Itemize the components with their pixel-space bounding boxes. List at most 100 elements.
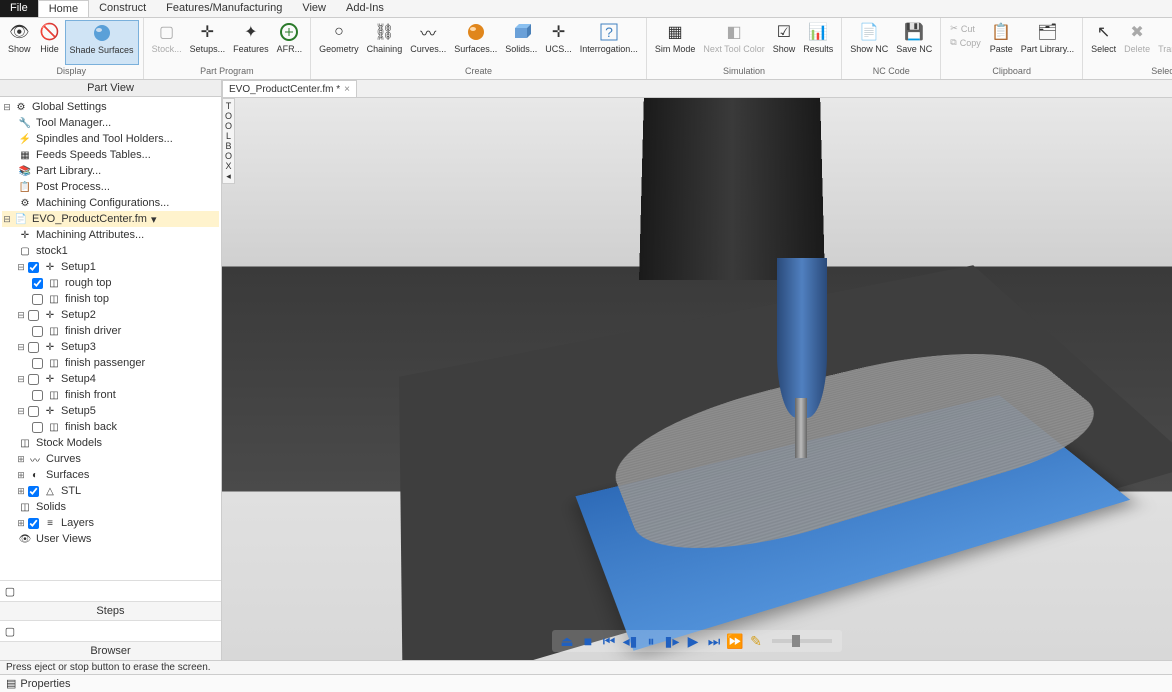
stock-button[interactable]: ▢ Stock...	[148, 20, 186, 65]
setup3-checkbox[interactable]	[28, 342, 39, 353]
tree-machining-attributes[interactable]: ✛ Machining Attributes...	[2, 227, 219, 243]
tree-finish-driver[interactable]: ◫ finish driver	[2, 323, 219, 339]
setup4-checkbox[interactable]	[28, 374, 39, 385]
dropdown-icon[interactable]: ▾	[147, 213, 161, 226]
cut-button[interactable]: ✂ Cut	[947, 22, 983, 35]
viewport-3d[interactable]: TOOLBOX ◂ ⏏ ■ ⏮ ◂▮ ⏸ ▮▸ ▶ ⏭ ⏩	[222, 98, 1172, 660]
collapse-icon[interactable]: ⊟	[2, 214, 12, 225]
tree-stock1[interactable]: ▢ stock1	[2, 243, 219, 259]
collapse-icon[interactable]: ⊟	[2, 102, 12, 113]
step-back-button[interactable]: ◂▮	[621, 632, 639, 650]
tree-setup1[interactable]: ⊟ ✛ Setup1	[2, 259, 219, 275]
tree-surfaces[interactable]: ⊞ ◐ Surfaces	[2, 467, 219, 483]
save-nc-button[interactable]: 💾 Save NC	[892, 20, 936, 65]
menu-addins[interactable]: Add-Ins	[336, 0, 394, 17]
shade-surfaces-button[interactable]: Shade Surfaces	[65, 20, 139, 65]
tree-spindles[interactable]: ⚡ Spindles and Tool Holders...	[2, 131, 219, 147]
tree-layers[interactable]: ⊞ ≡ Layers	[2, 515, 219, 531]
tree-finish-back[interactable]: ◫ finish back	[2, 419, 219, 435]
collapse-icon[interactable]: ⊟	[16, 262, 26, 273]
next-tool-button[interactable]: ◧ Next Tool Color	[699, 20, 768, 65]
skip-forward-button[interactable]: ⏭	[705, 632, 723, 650]
menu-home[interactable]: Home	[38, 0, 89, 17]
tree-setup3[interactable]: ⊟ ✛ Setup3	[2, 339, 219, 355]
fast-forward-button[interactable]: ⏩	[726, 632, 744, 650]
sim-mode-button[interactable]: ▦ Sim Mode	[651, 20, 700, 65]
pause-button[interactable]: ⏸	[642, 632, 660, 650]
tree-tool-icon-2[interactable]: ▢	[2, 623, 18, 639]
tree-user-views[interactable]: 👁 User Views	[2, 531, 219, 547]
collapse-icon[interactable]: ⊟	[16, 310, 26, 321]
stl-checkbox[interactable]	[28, 486, 39, 497]
copy-button[interactable]: ⧉ Copy	[947, 36, 983, 49]
tree-solids[interactable]: ◫ Solids	[2, 499, 219, 515]
show-button[interactable]: 👁 Show	[4, 20, 35, 65]
sim-show-button[interactable]: ☑ Show	[769, 20, 800, 65]
collapse-icon[interactable]: ⊟	[16, 406, 26, 417]
tree-machining-config[interactable]: ⚙ Machining Configurations...	[2, 195, 219, 211]
curves-button[interactable]: 〰 Curves...	[406, 20, 450, 65]
expand-icon[interactable]: ⊞	[16, 470, 26, 481]
menu-file[interactable]: File	[0, 0, 38, 17]
tree-tool-icon-1[interactable]: ▢	[2, 583, 18, 599]
menu-view[interactable]: View	[292, 0, 336, 17]
finish-top-checkbox[interactable]	[32, 294, 43, 305]
tree-global-settings[interactable]: ⊟ ⚙ Global Settings	[2, 99, 219, 115]
expand-icon[interactable]: ⊞	[16, 454, 26, 465]
ucs-button[interactable]: ✛ UCS...	[541, 20, 576, 65]
setups-button[interactable]: ✛ Setups...	[186, 20, 230, 65]
tree-stl[interactable]: ⊞ △ STL	[2, 483, 219, 499]
close-icon[interactable]: ×	[344, 84, 350, 95]
tree-rough-top[interactable]: ◫ rough top	[2, 275, 219, 291]
chaining-button[interactable]: ⛓ Chaining	[363, 20, 407, 65]
part-library-button[interactable]: 🗂 Part Library...	[1017, 20, 1078, 65]
tree-finish-top[interactable]: ◫ finish top	[2, 291, 219, 307]
solids-button[interactable]: Solids...	[501, 20, 541, 65]
tree-finish-passenger[interactable]: ◫ finish passenger	[2, 355, 219, 371]
finish-driver-checkbox[interactable]	[32, 326, 43, 337]
tree-tool-manager[interactable]: 🔧 Tool Manager...	[2, 115, 219, 131]
rough-top-checkbox[interactable]	[32, 278, 43, 289]
browser-tab[interactable]: Browser	[0, 641, 221, 660]
collapse-icon[interactable]: ⊟	[16, 374, 26, 385]
collapse-icon[interactable]: ⊟	[16, 342, 26, 353]
hide-button[interactable]: 🚫 Hide	[35, 20, 65, 65]
paste-button[interactable]: 📋 Paste	[986, 20, 1017, 65]
results-button[interactable]: 📊 Results	[799, 20, 837, 65]
eject-button[interactable]: ⏏	[558, 632, 576, 650]
transform-button[interactable]: ⇄ Transform...	[1154, 20, 1172, 65]
step-forward-button[interactable]: ▮▸	[663, 632, 681, 650]
expand-icon[interactable]: ⊞	[16, 518, 26, 529]
tree-finish-front[interactable]: ◫ finish front	[2, 387, 219, 403]
document-tab[interactable]: EVO_ProductCenter.fm * ×	[222, 80, 357, 97]
setup1-checkbox[interactable]	[28, 262, 39, 273]
afr-button[interactable]: AFR...	[273, 20, 307, 65]
menu-features[interactable]: Features/Manufacturing	[156, 0, 292, 17]
setup5-checkbox[interactable]	[28, 406, 39, 417]
layers-checkbox[interactable]	[28, 518, 39, 529]
properties-bar[interactable]: ▤ Properties	[0, 674, 1172, 692]
tree-feeds-speeds[interactable]: ▦ Feeds Speeds Tables...	[2, 147, 219, 163]
edit-pencil-button[interactable]: ✎	[747, 632, 765, 650]
expand-icon[interactable]: ⊞	[16, 486, 26, 497]
finish-back-checkbox[interactable]	[32, 422, 43, 433]
geometry-button[interactable]: ○ Geometry	[315, 20, 363, 65]
tree-post-process[interactable]: 📋 Post Process...	[2, 179, 219, 195]
tree-setup2[interactable]: ⊟ ✛ Setup2	[2, 307, 219, 323]
select-button[interactable]: ↖ Select	[1087, 20, 1120, 65]
steps-tab[interactable]: Steps	[0, 601, 221, 620]
delete-button[interactable]: ✖ Delete	[1120, 20, 1154, 65]
finish-front-checkbox[interactable]	[32, 390, 43, 401]
setup2-checkbox[interactable]	[28, 310, 39, 321]
play-button[interactable]: ▶	[684, 632, 702, 650]
finish-passenger-checkbox[interactable]	[32, 358, 43, 369]
tree-stock-models[interactable]: ◫ Stock Models	[2, 435, 219, 451]
tree-part-library[interactable]: 📚 Part Library...	[2, 163, 219, 179]
tree-curves[interactable]: ⊞ 〰 Curves	[2, 451, 219, 467]
show-nc-button[interactable]: 📄 Show NC	[846, 20, 892, 65]
surfaces-button[interactable]: Surfaces...	[450, 20, 501, 65]
tree-document-root[interactable]: ⊟ 📄 EVO_ProductCenter.fm ▾	[2, 211, 219, 227]
skip-back-button[interactable]: ⏮	[600, 632, 618, 650]
interrogation-button[interactable]: ? Interrogation...	[576, 20, 642, 65]
menu-construct[interactable]: Construct	[89, 0, 156, 17]
